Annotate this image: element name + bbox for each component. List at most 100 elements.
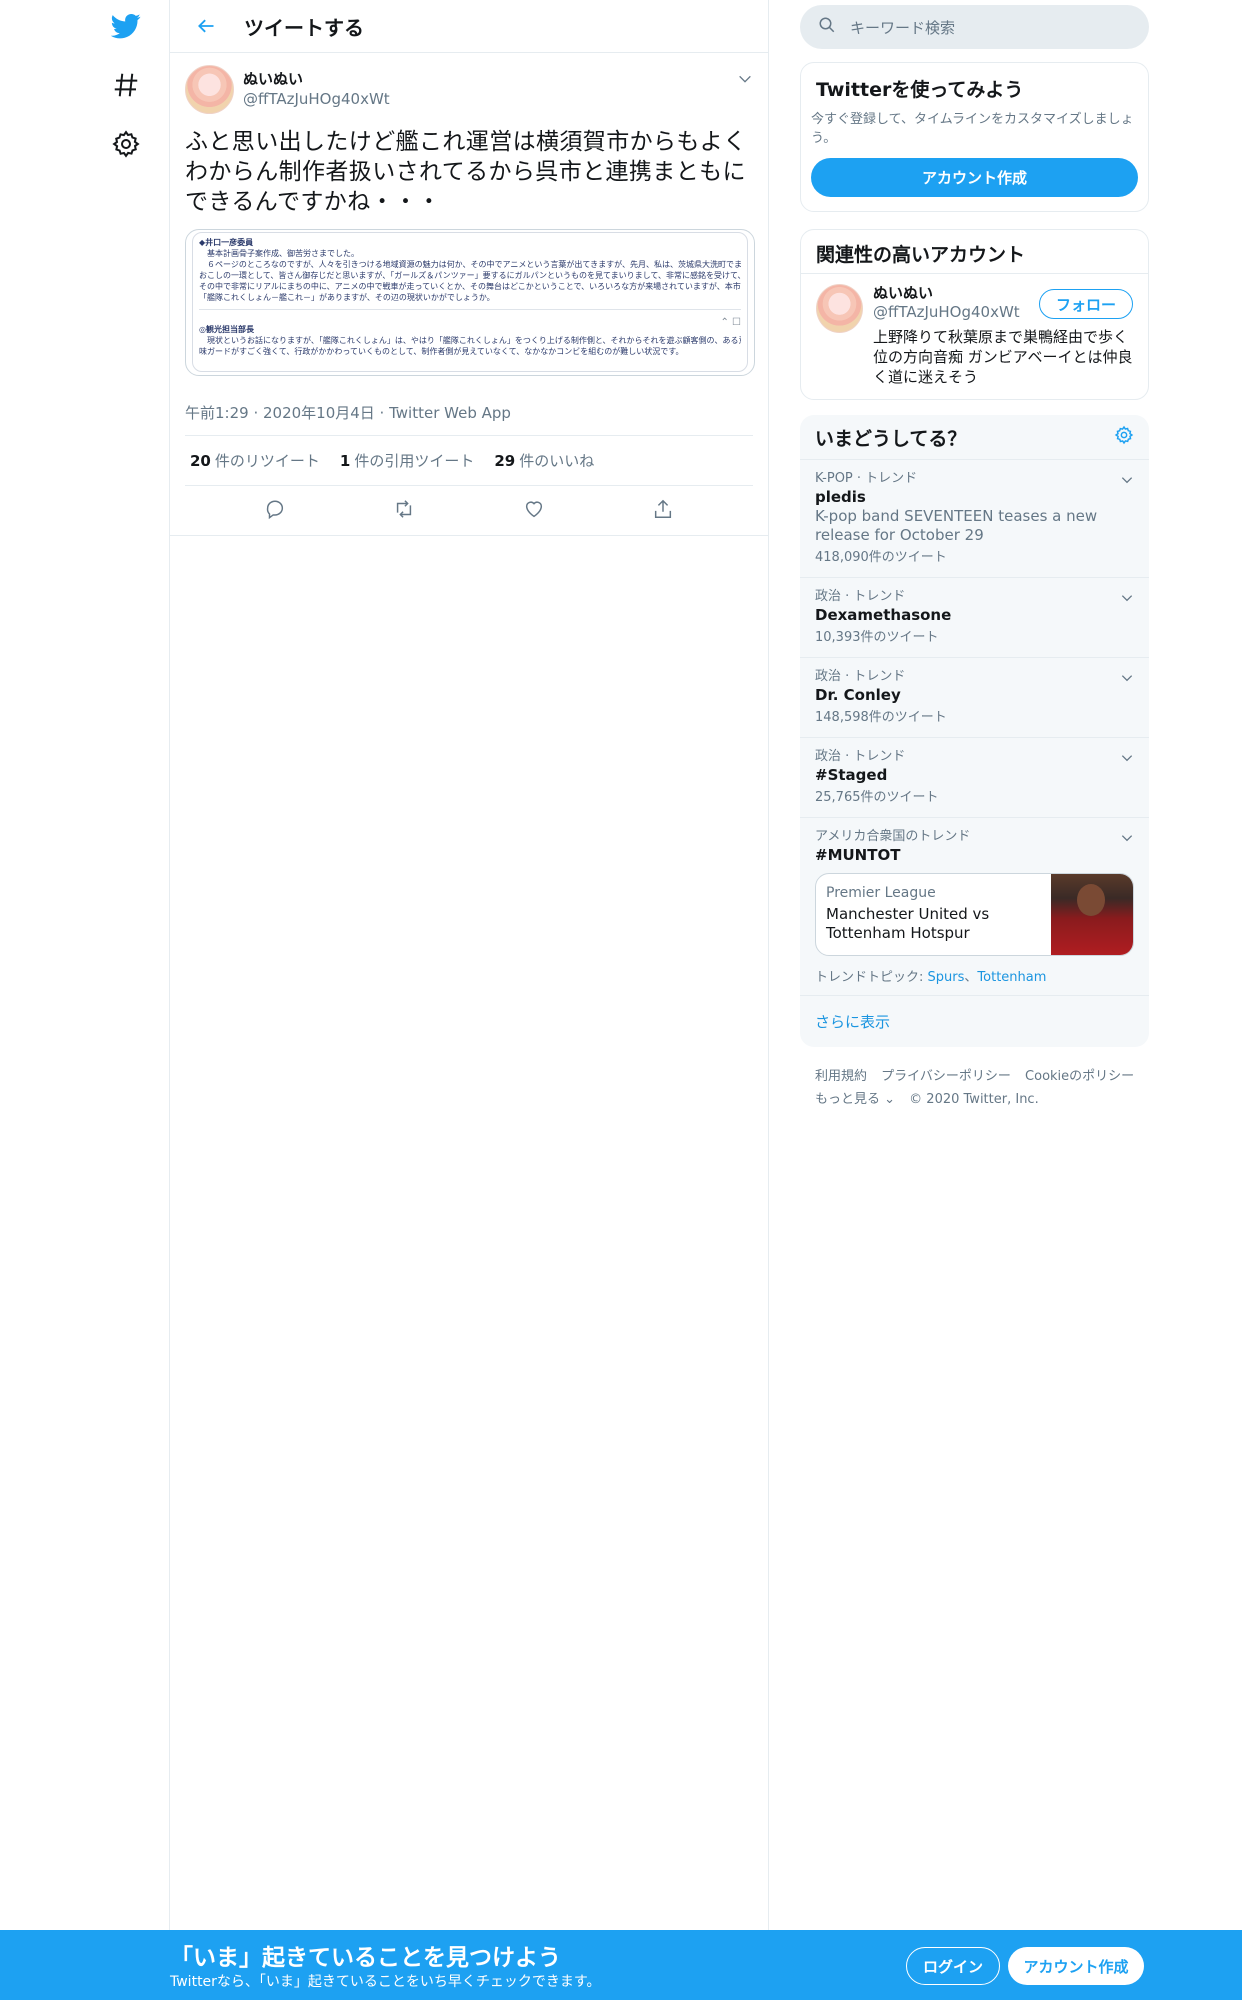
trend-topics: トレンドトピック: Spurs、Tottenham	[815, 966, 1134, 985]
follow-button[interactable]: フォロー	[1038, 289, 1133, 319]
media-line: その中で非常にリアルにまちの中に、アニメの中で戦車が走っていくとか、その舞台はど…	[199, 282, 741, 291]
trend-count: 148,598件のツイート	[815, 710, 947, 725]
bottom-bar-title: 「いま」起きていることを見つけよう	[170, 1945, 561, 1971]
search-input[interactable]: キーワード検索	[850, 17, 955, 38]
chevron-down-icon[interactable]	[737, 71, 753, 91]
media-line: 現状というお話になりますが、「艦隊これくしょん」は、やはり「艦隊これくしょん」を…	[199, 336, 741, 345]
trend-context: K-POP · トレンド	[815, 471, 918, 486]
trend-name: pledis	[815, 488, 866, 506]
privacy-link[interactable]: プライバシーポリシー	[881, 1069, 1011, 1084]
topic-link[interactable]: Spurs	[928, 970, 965, 985]
hashtag-icon[interactable]	[100, 59, 152, 111]
reply-icon[interactable]	[264, 498, 286, 524]
back-arrow-icon[interactable]	[188, 8, 224, 44]
tweet-actions	[170, 486, 768, 536]
chevron-down-icon[interactable]	[1120, 670, 1134, 689]
page-title: ツイートする	[244, 15, 364, 40]
event-card[interactable]: Premier League Manchester United vs Tott…	[815, 873, 1134, 956]
trend-context: 政治 · トレンド	[815, 749, 906, 764]
search-box[interactable]: キーワード検索	[800, 5, 1149, 49]
twitter-logo-icon[interactable]	[100, 0, 152, 52]
media-line: おこしの一環として、皆さん御存じだと思いますが、「ガールズ＆パンツァー」要するに…	[199, 271, 741, 280]
likes-count: 29	[494, 452, 516, 470]
trend-item[interactable]: 政治 · トレンド Dexamethasone 10,393件のツイート	[800, 578, 1149, 658]
tweet-text: ふと思い出したけど艦これ運営は横須賀市からもよくわからん制作者扱いされてるから呉…	[185, 129, 747, 215]
media-line: 味ガードがすごく強くて、行政がかかわっていくものとして、制作者側が見えていなくて…	[199, 347, 684, 356]
login-button[interactable]: ログイン	[906, 1947, 1000, 1985]
related-account[interactable]: ぬいぬい @ffTAzJuHOg40xWt 上野降りて秋葉原まで巣鴨経由で歩く位…	[801, 274, 1148, 399]
related-title: 関連性の高いアカウント	[801, 230, 1148, 274]
trend-context: 政治 · トレンド	[815, 669, 906, 684]
trend-item[interactable]: アメリカ合衆国のトレンド #MUNTOT Premier League Manc…	[800, 818, 1149, 996]
cookie-link[interactable]: Cookieのポリシー	[1025, 1069, 1134, 1084]
media-line: 基本計画骨子案作成、御苦労さまでした。	[199, 249, 359, 258]
signup-title: Twitterを使ってみよう	[816, 79, 1024, 101]
related-bio: 上野降りて秋葉原まで巣鴨経由で歩く位の方向音痴 ガンビアベーイとは仲良く道に迷え…	[873, 328, 1133, 386]
share-icon[interactable]	[652, 498, 674, 524]
trend-item[interactable]: 政治 · トレンド Dr. Conley 148,598件のツイート	[800, 658, 1149, 738]
retweets-count: 20	[190, 452, 211, 470]
document-screenshot: ◆井口一彦委員 基本計画骨子案作成、御苦労さまでした。 ６ページのところなのです…	[192, 232, 748, 372]
bottom-bar-subtitle: Twitterなら、「いま」起きていることをいち早くチェックできます。	[170, 1974, 601, 1990]
chevron-down-icon[interactable]	[1120, 472, 1134, 491]
media-line: ◆井口一彦委員	[199, 237, 254, 247]
left-nav	[100, 0, 152, 177]
copyright: © 2020 Twitter, Inc.	[909, 1092, 1039, 1107]
chevron-up-icon: ⌃ ☐	[720, 317, 741, 328]
trend-context: 政治 · トレンド	[815, 589, 906, 604]
retweets-label: 件のリツイート	[214, 452, 320, 470]
retweet-icon[interactable]	[393, 498, 415, 524]
avatar[interactable]	[816, 284, 863, 333]
topic-separator: 、	[964, 970, 978, 985]
media-line: ６ページのところなのですが、人々を引きつける地域資源の魅力は何か、その中でアニメ…	[199, 260, 741, 269]
related-accounts-card: 関連性の高いアカウント ぬいぬい @ffTAzJuHOg40xWt 上野降りて秋…	[800, 229, 1149, 400]
event-photo	[1051, 874, 1133, 955]
trend-description: K-pop band SEVENTEEN teases a new releas…	[815, 507, 1098, 544]
trend-item[interactable]: K-POP · トレンド pledis K-pop band SEVENTEEN…	[800, 460, 1149, 578]
quotes-stat[interactable]: 1 件の引用ツイート	[340, 450, 474, 471]
avatar[interactable]	[185, 64, 234, 114]
tweet-meta: 午前1:29 · 2020年10月4日 · Twitter Web App	[185, 390, 753, 436]
tweet-stats: 20 件のリツイート 1 件の引用ツイート 29 件のいいね	[185, 436, 753, 486]
tweet-author[interactable]: ぬいぬい @ffTAzJuHOg40xWt	[185, 63, 753, 115]
trend-name: Dexamethasone	[815, 606, 952, 624]
terms-link[interactable]: 利用規約	[815, 1069, 867, 1084]
trends-title: いまどうしてる？	[815, 427, 967, 450]
likes-stat[interactable]: 29 件のいいね	[494, 450, 594, 471]
main-header: ツイートする	[170, 0, 768, 53]
like-heart-icon[interactable]	[523, 498, 545, 524]
media-divider	[199, 309, 741, 310]
bottom-signup-bar: 「いま」起きていることを見つけよう Twitterなら、「いま」起きていることを…	[0, 1930, 1242, 2000]
event-source: Premier League	[826, 885, 936, 901]
trend-name: #Staged	[815, 766, 888, 784]
author-name[interactable]: ぬいぬい	[243, 69, 390, 89]
media-line: 「艦隊これくしょん－艦これ－」がありますが、その辺の現状いかがでしょうか。	[199, 293, 495, 302]
trend-context: アメリカ合衆国のトレンド	[815, 829, 971, 844]
chevron-down-icon[interactable]	[1120, 750, 1134, 769]
likes-label: 件のいいね	[519, 452, 595, 470]
search-icon	[818, 16, 836, 38]
signup-button[interactable]: アカウント作成	[1008, 1947, 1144, 1985]
retweets-stat[interactable]: 20 件のリツイート	[190, 450, 320, 471]
quotes-count: 1	[339, 452, 351, 470]
right-sidebar: キーワード検索 Twitterを使ってみよう 今すぐ登録して、タイムラインをカス…	[800, 0, 1149, 1111]
settings-icon[interactable]	[1114, 425, 1134, 449]
show-more-link[interactable]: さらに表示	[800, 996, 1149, 1047]
settings-icon[interactable]	[100, 118, 152, 170]
trend-count: 418,090件のツイート	[815, 550, 947, 565]
signup-description: 今すぐ登録して、タイムラインをカスタマイズしましょう。	[811, 112, 1134, 146]
trend-item[interactable]: 政治 · トレンド #Staged 25,765件のツイート	[800, 738, 1149, 818]
topics-label: トレンドトピック:	[815, 970, 928, 985]
trend-count: 10,393件のツイート	[815, 630, 939, 645]
chevron-down-icon[interactable]	[1120, 830, 1134, 849]
chevron-down-icon[interactable]	[1120, 590, 1134, 609]
tweet: ぬいぬい @ffTAzJuHOg40xWt ふと思い出したけど艦これ運営は横須賀…	[170, 53, 768, 536]
trends-card: いまどうしてる？ K-POP · トレンド pledis K-pop band …	[800, 415, 1149, 1047]
media-line: ◎観光担当部長	[199, 324, 254, 334]
more-link[interactable]: もっと見る ⌄	[815, 1092, 895, 1107]
tweet-image[interactable]: ◆井口一彦委員 基本計画骨子案作成、御苦労さまでした。 ６ページのところなのです…	[185, 229, 755, 376]
author-handle[interactable]: @ffTAzJuHOg40xWt	[243, 89, 390, 109]
topic-link[interactable]: Tottenham	[977, 970, 1046, 985]
trend-name: #MUNTOT	[815, 846, 901, 864]
create-account-button[interactable]: アカウント作成	[811, 158, 1138, 197]
